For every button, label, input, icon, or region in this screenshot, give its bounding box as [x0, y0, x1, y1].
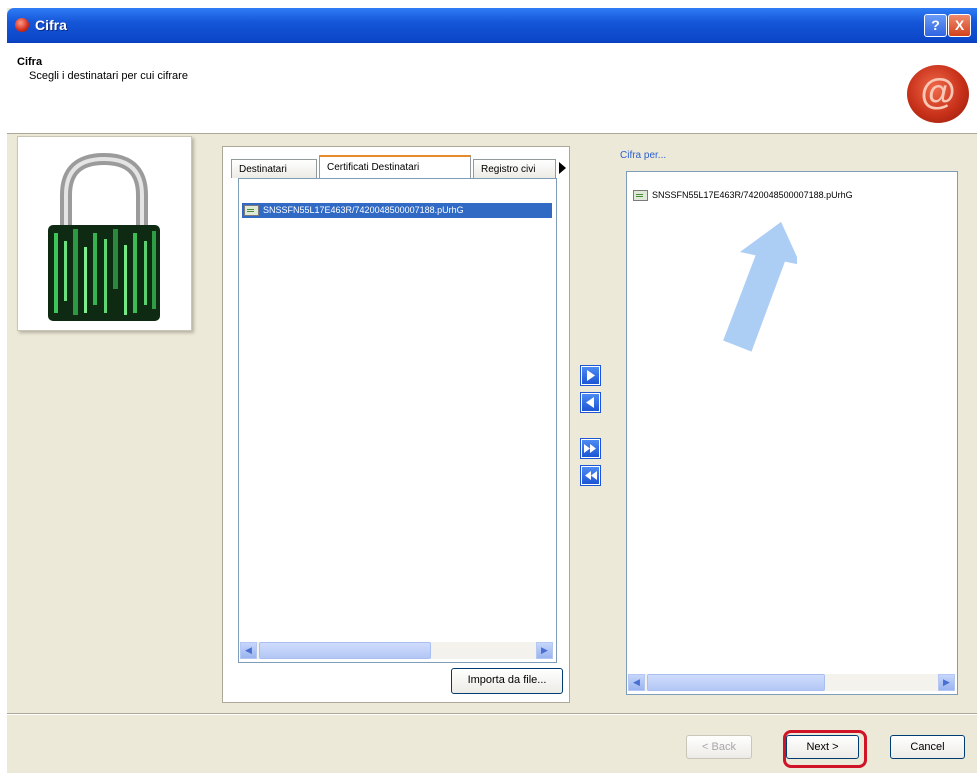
padlock-image [17, 136, 192, 331]
scrollbar-thumb[interactable] [647, 674, 825, 691]
certificates-list[interactable]: SNSSFN55L17E463R/7420048500007188.pUrhG … [238, 178, 557, 663]
scroll-right-icon[interactable]: ▶ [938, 674, 955, 691]
page-subtitle: Scegli i destinatari per cui cifrare [29, 70, 188, 82]
window-title: Cifra [35, 17, 67, 33]
scroll-right-icon[interactable]: ▶ [536, 642, 553, 659]
scrollbar-thumb[interactable] [259, 642, 431, 659]
help-button[interactable]: ? [924, 14, 947, 37]
next-highlight-ring [783, 730, 867, 768]
add-all-button[interactable] [581, 439, 600, 458]
tab-certificati-destinatari[interactable]: Certificati Destinatari [319, 155, 471, 179]
wax-seal-logo: @ [907, 65, 969, 123]
footer-separator [7, 713, 977, 715]
up-arrow-annotation-icon [723, 221, 797, 352]
wizard-window: Cifra ? X Cifra Scegli i destinatari per… [7, 8, 977, 773]
tab-scroll-right-icon[interactable] [556, 159, 568, 177]
list-item-label: SNSSFN55L17E463R/7420048500007188.pUrhG [263, 205, 464, 215]
at-sign-icon: @ [920, 71, 956, 112]
list-item-label: SNSSFN55L17E463R/7420048500007188.pUrhG [652, 190, 853, 200]
list-item[interactable]: SNSSFN55L17E463R/7420048500007188.pUrhG [242, 203, 552, 218]
tab-registro-civico[interactable]: Registro civi [473, 159, 556, 178]
wizard-header: Cifra Scegli i destinatari per cui cifra… [7, 43, 977, 134]
certificate-icon [244, 205, 259, 217]
back-button[interactable]: < Back [686, 735, 752, 759]
certificate-icon [633, 190, 648, 202]
remove-selected-button[interactable] [581, 393, 600, 412]
scroll-left-icon[interactable]: ◀ [240, 642, 257, 659]
recipients-panel: Destinatari Certificati Destinatari Regi… [222, 146, 570, 703]
padlock-icon [48, 152, 160, 321]
remove-all-button[interactable] [581, 466, 600, 485]
scroll-left-icon[interactable]: ◀ [628, 674, 645, 691]
add-selected-button[interactable] [581, 366, 600, 385]
cancel-button[interactable]: Cancel [890, 735, 965, 759]
encrypt-for-label: Cifra per... [620, 150, 667, 161]
horizontal-scrollbar[interactable]: ◀ ▶ [628, 674, 955, 691]
list-item[interactable]: SNSSFN55L17E463R/7420048500007188.pUrhG [631, 188, 956, 203]
tab-strip: Destinatari Certificati Destinatari Regi… [223, 155, 569, 179]
import-from-file-button[interactable]: Importa da file... [451, 668, 563, 694]
tab-destinatari[interactable]: Destinatari [231, 159, 317, 178]
title-bar[interactable]: Cifra ? X [7, 8, 977, 43]
close-button[interactable]: X [948, 14, 971, 37]
horizontal-scrollbar[interactable]: ◀ ▶ [240, 642, 553, 659]
app-icon [15, 18, 29, 32]
page-title: Cifra [17, 56, 43, 68]
